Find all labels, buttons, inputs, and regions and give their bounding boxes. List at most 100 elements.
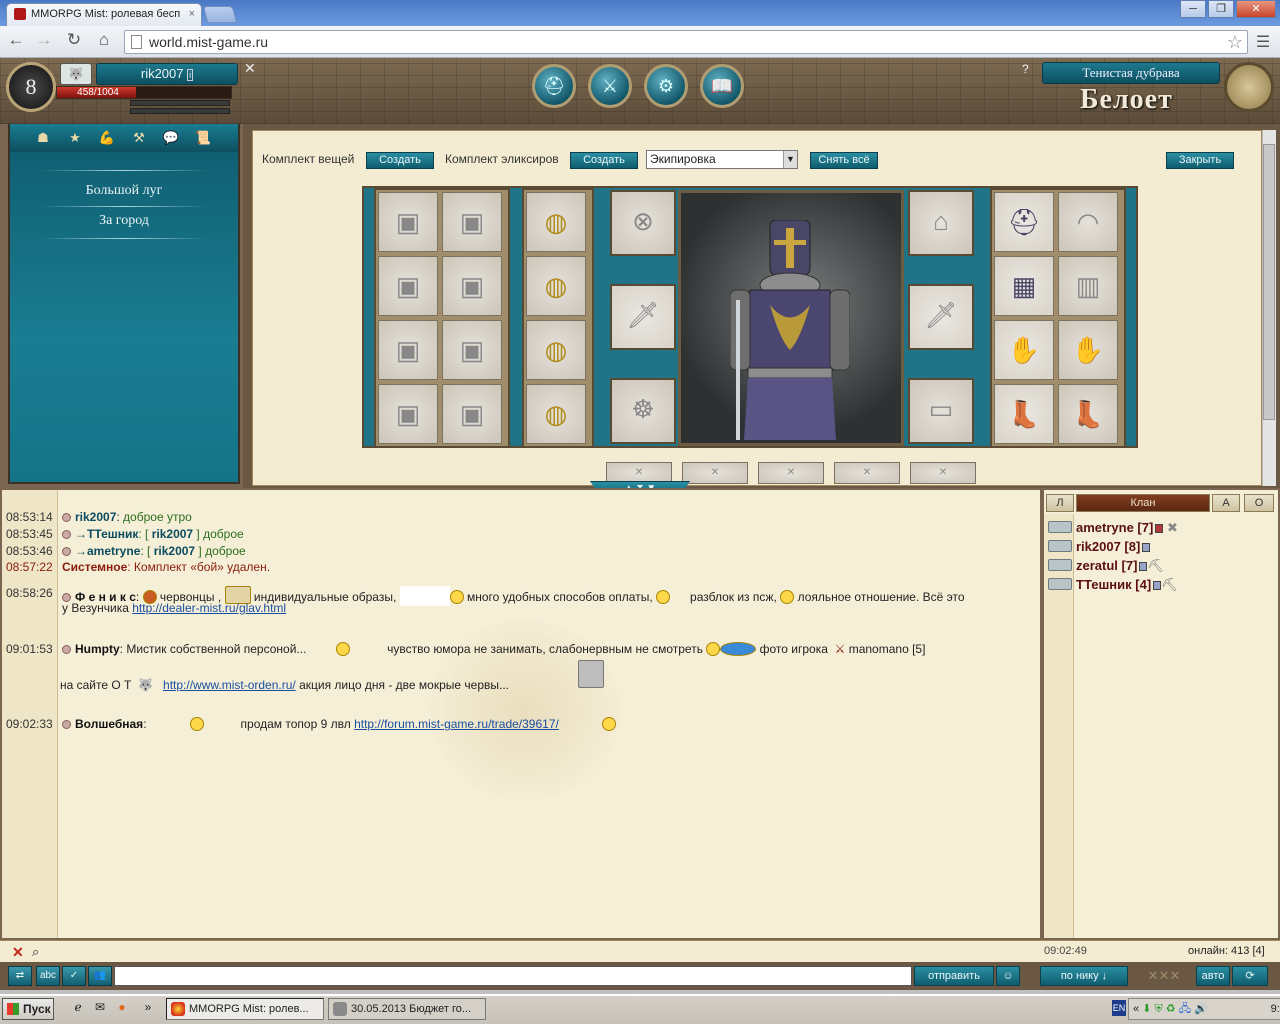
task-document[interactable]: 30.05.2013 Бюджет го... (328, 998, 486, 1020)
tab-personal[interactable]: Л (1046, 494, 1074, 512)
help-icon[interactable]: ? (1022, 62, 1029, 76)
strength-icon[interactable]: 💪 (96, 128, 118, 148)
gold-ring-icon[interactable]: ◍ (526, 384, 586, 444)
gauntlets-icon[interactable]: ✋ (994, 320, 1054, 380)
player-name[interactable]: zeratul [7] (1076, 558, 1137, 573)
gold-ring-icon[interactable]: ◍ (526, 256, 586, 316)
forward-arrow-icon[interactable]: → (32, 30, 56, 50)
info-icon[interactable] (1155, 524, 1164, 533)
bag-slot-icon[interactable]: ▣ (378, 384, 438, 444)
create-elixir-set-button[interactable]: Создать (570, 152, 638, 169)
download-icon[interactable]: ⬇ (1142, 1003, 1151, 1015)
info-icon[interactable] (1153, 581, 1162, 590)
network-icon[interactable]: 🖧 (1179, 1003, 1191, 1015)
start-button[interactable]: Пуск (2, 998, 54, 1020)
search-icon[interactable]: ⌕ (32, 944, 39, 960)
player-row[interactable]: ТТешник [4] ⛏ (1048, 577, 1178, 593)
new-tab-button[interactable] (202, 6, 238, 23)
chat-link[interactable]: http://forum.mist-game.ru/trade/39617/ (354, 717, 559, 731)
send-button[interactable]: отправить (914, 966, 994, 986)
browser-tab[interactable]: MMORPG Mist: ролевая бесп × (6, 3, 202, 26)
chat-recipient[interactable]: rik2007 (152, 527, 193, 541)
chat-nick[interactable]: →ametryne (75, 544, 140, 558)
info-icon[interactable] (1142, 543, 1151, 552)
address-bar[interactable]: world.mist-game.ru ☆ (124, 30, 1248, 54)
create-items-set-button[interactable]: Создать (366, 152, 434, 169)
home-icon[interactable]: ⌂ (92, 30, 116, 50)
update-icon[interactable]: ♻ (1166, 1003, 1176, 1015)
bag-slot-icon[interactable]: ▣ (378, 192, 438, 252)
gloves-slot-icon[interactable]: ✋ (1058, 320, 1118, 380)
extra-slot-icon[interactable]: ✕ (910, 462, 976, 484)
player-name[interactable]: ТТешник [4] (1076, 577, 1151, 592)
cap-slot-icon[interactable]: ◠ (1058, 192, 1118, 252)
chat-link[interactable]: http://www.mist-orden.ru/ (163, 678, 296, 692)
player-nick[interactable]: rik2007 i (96, 63, 238, 85)
check-icon[interactable]: ✓ (62, 966, 86, 986)
extra-slot-icon[interactable]: ✕ (834, 462, 900, 484)
task-browser[interactable]: MMORPG Mist: ролев... (166, 998, 324, 1020)
bag-slot-icon[interactable]: ▣ (442, 256, 502, 316)
belt-icon[interactable]: ▭ (908, 378, 974, 444)
chat-nick[interactable]: Волшебная (75, 717, 143, 731)
private-dot-icon[interactable] (62, 547, 71, 556)
users-icon[interactable]: 👥 (88, 966, 112, 986)
header-close-icon[interactable]: ✕ (244, 60, 256, 77)
volume-icon[interactable]: 🔊 (1194, 1003, 1208, 1015)
chevron-down-icon[interactable]: ▼ (783, 151, 797, 168)
tab-clan[interactable]: Клан (1076, 494, 1210, 512)
boots-icon[interactable]: 👢 (994, 384, 1054, 444)
scrollbar-thumb[interactable] (1263, 144, 1275, 420)
private-dot-icon[interactable] (62, 513, 71, 522)
player-name[interactable]: ametryne [7] (1076, 520, 1153, 535)
gold-ring-icon[interactable]: ◍ (526, 320, 586, 380)
firefox-icon[interactable]: ● (114, 998, 130, 1016)
spellcheck-icon[interactable]: abc (36, 966, 60, 986)
extra-slot-icon[interactable]: ✕ (682, 462, 748, 484)
armor-icon[interactable]: ▦ (994, 256, 1054, 316)
by-nick-button[interactable]: по нику ↓ (1040, 966, 1128, 986)
helmet-icon[interactable]: ⛑ (532, 64, 576, 108)
private-dot-icon[interactable] (62, 720, 71, 729)
player-row[interactable]: rik2007 [8] (1048, 539, 1151, 554)
gold-ring-icon[interactable]: ◍ (526, 192, 586, 252)
sword-icon[interactable]: 🗡 (610, 284, 676, 350)
close-window-button[interactable]: ✕ (1236, 0, 1276, 18)
language-indicator[interactable]: EN (1112, 1000, 1126, 1016)
cloak-icon[interactable]: ⌂ (908, 190, 974, 256)
smile-picker-icon[interactable]: ☺ (996, 966, 1020, 986)
book-icon[interactable]: 📖 (700, 64, 744, 108)
tab-o[interactable]: О (1244, 494, 1274, 512)
bag-slot-icon[interactable]: ▣ (378, 256, 438, 316)
back-arrow-icon[interactable]: ← (4, 30, 28, 50)
gear-icon[interactable]: ⚙ (644, 64, 688, 108)
bag-slot-icon[interactable]: ▣ (442, 384, 502, 444)
refresh-icon[interactable]: ⟳ (1232, 966, 1268, 986)
chat-nick[interactable]: rik2007 (75, 510, 116, 524)
hammer-icon[interactable]: ⚒ (128, 128, 150, 148)
tray-expand-icon[interactable]: « (1133, 1003, 1139, 1015)
compass-icon[interactable] (1224, 62, 1274, 112)
player-name[interactable]: rik2007 [8] (1076, 539, 1140, 554)
location-link-big-meadow[interactable]: Большой луг (10, 183, 238, 199)
set-select[interactable]: Экипировка ▼ (646, 150, 798, 169)
chat-nick[interactable]: →ТТешник (75, 527, 138, 541)
chat-bubble-icon[interactable]: 💬 (160, 128, 182, 148)
amulet-slot-icon[interactable]: ⊗ (610, 190, 676, 256)
player-row[interactable]: zeratul [7] ⛏ (1048, 558, 1164, 574)
more-icon[interactable]: » (140, 998, 156, 1016)
bag-slot-icon[interactable]: ▣ (378, 320, 438, 380)
bag-slot-icon[interactable]: ▣ (442, 320, 502, 380)
tab-a[interactable]: А (1212, 494, 1240, 512)
minimize-button[interactable]: ─ (1180, 0, 1206, 18)
character-icon[interactable]: ☗ (32, 128, 54, 148)
private-dot-icon[interactable] (62, 645, 71, 654)
chat-link[interactable]: http://dealer-mist.ru/glav.html (132, 601, 286, 615)
remove-all-button[interactable]: Снять всё (810, 152, 878, 169)
shield-slot-icon[interactable]: ☸ (610, 378, 676, 444)
maximize-button[interactable]: ❐ (1208, 0, 1234, 18)
extra-slot-icon[interactable]: ✕ (606, 462, 672, 484)
bag-slot-icon[interactable]: ▣ (442, 192, 502, 252)
boots-slot-icon[interactable]: 👢 (1058, 384, 1118, 444)
reload-icon[interactable]: ↻ (62, 30, 86, 50)
